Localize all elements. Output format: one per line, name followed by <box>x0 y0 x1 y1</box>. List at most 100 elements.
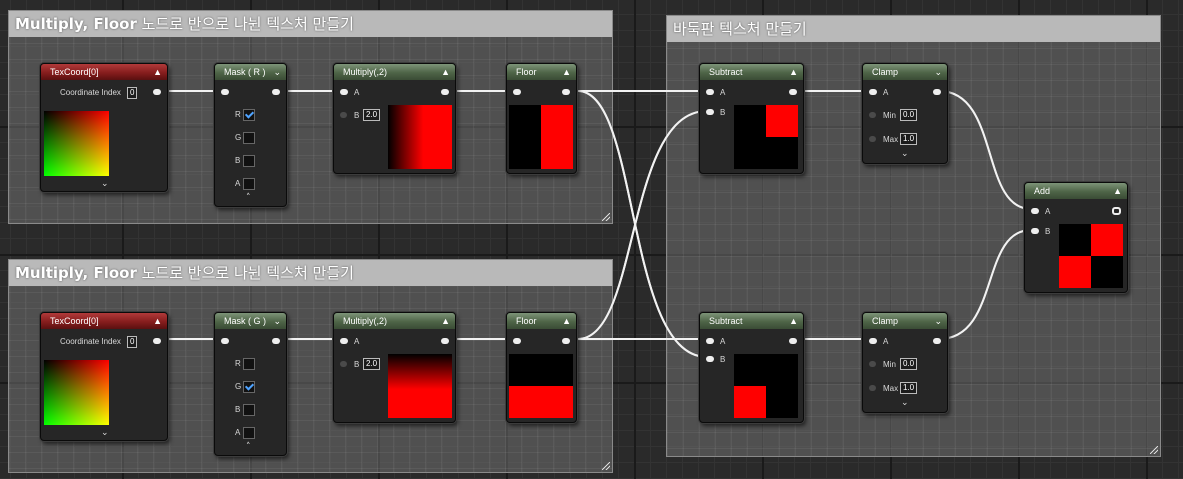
floor-node-2[interactable]: Floor ▲ <box>506 312 577 423</box>
comment-title[interactable]: 바둑판 텍스처 만들기 <box>667 16 1160 42</box>
resize-handle-icon[interactable] <box>1150 446 1158 454</box>
node-header[interactable]: Floor ▲ <box>507 313 576 329</box>
collapse-up-icon[interactable]: ˄ <box>246 194 251 203</box>
output-pin[interactable] <box>562 338 570 344</box>
output-pin[interactable] <box>441 338 449 344</box>
output-pin[interactable] <box>933 338 941 344</box>
output-pin[interactable] <box>272 338 280 344</box>
expand-arrow-icon[interactable]: ⌄ <box>101 180 109 189</box>
output-pin[interactable] <box>272 89 280 95</box>
expand-arrow-icon[interactable]: ⌄ <box>101 429 109 438</box>
channel-g-checkbox[interactable] <box>243 132 255 144</box>
min-value-field[interactable]: 0.0 <box>900 358 918 370</box>
collapse-arrow-icon[interactable]: ▲ <box>441 313 450 329</box>
b-value-field[interactable]: 2.0 <box>363 358 381 370</box>
node-header[interactable]: Clamp ⌄ <box>863 64 947 80</box>
node-header[interactable]: TexCoord[0] ▲ <box>41 313 167 329</box>
multiply-node-2[interactable]: Multiply(,2) ▲ A B 2.0 <box>333 312 456 423</box>
node-header[interactable]: Subtract ▲ <box>700 64 803 80</box>
min-pin[interactable] <box>869 361 876 367</box>
min-pin[interactable] <box>869 112 876 118</box>
collapse-arrow-icon[interactable]: ⌄ <box>273 313 281 329</box>
node-header[interactable]: Mask ( G ) ⌄ <box>215 313 286 329</box>
channel-r-checkbox[interactable] <box>243 358 255 370</box>
comment-title[interactable]: Multiply, Floor 노드로 반으로 나뉜 텍스처 만들기 <box>9 11 612 37</box>
output-pin[interactable] <box>789 89 797 95</box>
comment-title[interactable]: Multiply, Floor 노드로 반으로 나뉜 텍스처 만들기 <box>9 260 612 286</box>
input-pin-b[interactable] <box>340 112 347 118</box>
texcoord-node-2[interactable]: TexCoord[0] ▲ Coordinate Index 0 ⌄ <box>40 312 168 441</box>
collapse-arrow-icon[interactable]: ▲ <box>1113 183 1122 199</box>
channel-a-checkbox[interactable] <box>243 427 255 439</box>
multiply-node-1[interactable]: Multiply(,2) ▲ A B 2.0 <box>333 63 456 174</box>
collapse-arrow-icon[interactable]: ▲ <box>562 64 571 80</box>
node-header[interactable]: Subtract ▲ <box>700 313 803 329</box>
output-pin[interactable] <box>153 89 161 95</box>
b-value-field[interactable]: 2.0 <box>363 109 381 121</box>
node-header[interactable]: Multiply(,2) ▲ <box>334 313 455 329</box>
channel-r-checkbox[interactable] <box>243 109 255 121</box>
node-header[interactable]: Floor ▲ <box>507 64 576 80</box>
input-pin[interactable] <box>513 338 521 344</box>
input-pin[interactable] <box>221 338 229 344</box>
output-pin[interactable] <box>441 89 449 95</box>
output-pin[interactable] <box>789 338 797 344</box>
node-header[interactable]: Clamp ⌄ <box>863 313 947 329</box>
node-header[interactable]: Multiply(,2) ▲ <box>334 64 455 80</box>
clamp-node-2[interactable]: Clamp ⌄ A Min 0.0 Max 1.0 ⌄ <box>862 312 948 413</box>
collapse-arrow-icon[interactable]: ▲ <box>789 64 798 80</box>
texcoord-node-1[interactable]: TexCoord[0] ▲ Coordinate Index 0 ⌄ <box>40 63 168 192</box>
input-pin-a[interactable] <box>1031 208 1039 214</box>
coordinate-index-field[interactable]: 0 <box>127 87 138 99</box>
coordinate-index-field[interactable]: 0 <box>127 336 138 348</box>
output-pin[interactable] <box>1112 207 1121 215</box>
expand-arrow-icon[interactable]: ⌄ <box>901 399 909 408</box>
input-pin[interactable] <box>513 89 521 95</box>
channel-b-checkbox[interactable] <box>243 404 255 416</box>
input-pin-a[interactable] <box>869 89 877 95</box>
input-pin-b[interactable] <box>340 361 347 367</box>
channel-g-checkbox[interactable] <box>243 381 255 393</box>
max-value-field[interactable]: 1.0 <box>900 382 918 394</box>
output-pin[interactable] <box>933 89 941 95</box>
input-pin-b[interactable] <box>706 109 714 115</box>
max-pin[interactable] <box>869 385 876 391</box>
min-value-field[interactable]: 0.0 <box>900 109 918 121</box>
input-pin-a[interactable] <box>869 338 877 344</box>
collapse-up-icon[interactable]: ˄ <box>246 443 251 452</box>
add-node[interactable]: Add ▲ A B <box>1024 182 1128 293</box>
resize-handle-icon[interactable] <box>602 462 610 470</box>
mask-r-node[interactable]: Mask ( R ) ⌄ R G B A ˄ <box>214 63 287 207</box>
output-pin[interactable] <box>562 89 570 95</box>
input-pin-a[interactable] <box>706 338 714 344</box>
collapse-arrow-icon[interactable]: ▲ <box>153 64 162 80</box>
subtract-node-1[interactable]: Subtract ▲ A B <box>699 63 804 174</box>
node-header[interactable]: Mask ( R ) ⌄ <box>215 64 286 80</box>
input-pin-a[interactable] <box>340 338 348 344</box>
channel-a-checkbox[interactable] <box>243 178 255 190</box>
clamp-node-1[interactable]: Clamp ⌄ A Min 0.0 Max 1.0 ⌄ <box>862 63 948 164</box>
node-header[interactable]: TexCoord[0] ▲ <box>41 64 167 80</box>
node-header[interactable]: Add ▲ <box>1025 183 1127 199</box>
collapse-arrow-icon[interactable]: ▲ <box>789 313 798 329</box>
max-pin[interactable] <box>869 136 876 142</box>
collapse-arrow-icon[interactable]: ⌄ <box>934 64 942 80</box>
floor-node-1[interactable]: Floor ▲ <box>506 63 577 174</box>
subtract-node-2[interactable]: Subtract ▲ A B <box>699 312 804 423</box>
input-pin-a[interactable] <box>706 89 714 95</box>
collapse-arrow-icon[interactable]: ⌄ <box>934 313 942 329</box>
mask-g-node[interactable]: Mask ( G ) ⌄ R G B A ˄ <box>214 312 287 456</box>
resize-handle-icon[interactable] <box>602 213 610 221</box>
input-pin-b[interactable] <box>1031 228 1039 234</box>
max-value-field[interactable]: 1.0 <box>900 133 918 145</box>
expand-arrow-icon[interactable]: ⌄ <box>901 150 909 159</box>
output-pin[interactable] <box>153 338 161 344</box>
input-pin-b[interactable] <box>706 356 714 362</box>
collapse-arrow-icon[interactable]: ▲ <box>562 313 571 329</box>
collapse-arrow-icon[interactable]: ▲ <box>153 313 162 329</box>
input-pin[interactable] <box>221 89 229 95</box>
channel-b-checkbox[interactable] <box>243 155 255 167</box>
input-pin-a[interactable] <box>340 89 348 95</box>
collapse-arrow-icon[interactable]: ⌄ <box>273 64 281 80</box>
collapse-arrow-icon[interactable]: ▲ <box>441 64 450 80</box>
